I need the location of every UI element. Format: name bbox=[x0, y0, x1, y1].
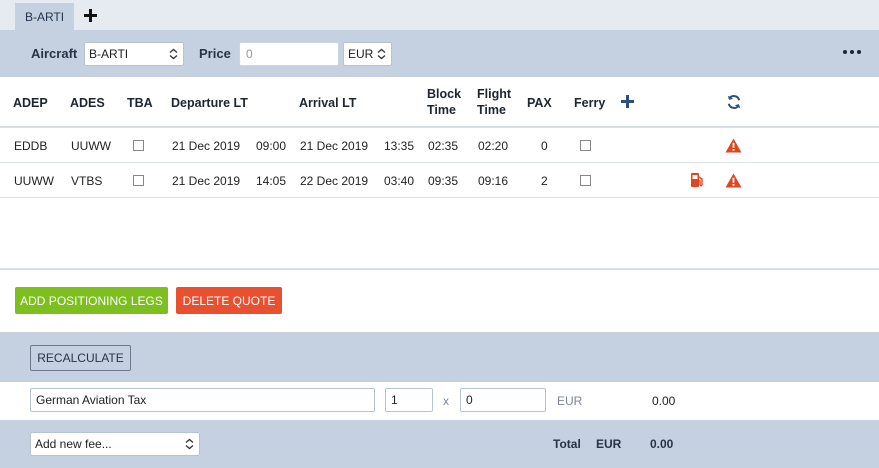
fee-quantity: 1 bbox=[391, 393, 398, 407]
leg-arr-time: 03:40 bbox=[384, 174, 415, 188]
price-placeholder: 0 bbox=[246, 47, 253, 61]
col-block-line1: Block bbox=[427, 87, 462, 101]
select-arrows-icon bbox=[169, 48, 178, 60]
leg-flight-time: 02:20 bbox=[478, 139, 509, 153]
select-arrows-icon bbox=[185, 438, 194, 450]
table-row[interactable]: UUWW VTBS 21 Dec 2019 14:05 22 Dec 2019 … bbox=[0, 163, 879, 198]
ferry-checkbox[interactable] bbox=[580, 175, 591, 186]
add-tab-plus-icon[interactable] bbox=[81, 5, 99, 25]
select-arrows-icon bbox=[377, 48, 386, 60]
leg-dep-time: 14:05 bbox=[256, 174, 287, 188]
leg-block-time: 02:35 bbox=[428, 139, 459, 153]
col-flight-line2: Time bbox=[477, 103, 506, 117]
fee-multiplier-sign: x bbox=[443, 394, 449, 408]
tab-b-arti[interactable]: B-ARTI bbox=[15, 3, 74, 30]
warning-icon[interactable] bbox=[725, 173, 742, 188]
currency-value: EUR bbox=[348, 47, 374, 61]
table-row[interactable]: EDDB UUWW 21 Dec 2019 09:00 21 Dec 2019 … bbox=[0, 128, 879, 163]
aircraft-select[interactable]: B-ARTI bbox=[84, 42, 184, 66]
leg-block-time: 09:35 bbox=[428, 174, 459, 188]
col-flight-time: Flight Time bbox=[477, 86, 511, 118]
refresh-icon[interactable] bbox=[726, 94, 742, 110]
total-currency: EUR bbox=[596, 437, 622, 451]
col-flight-line1: Flight bbox=[477, 87, 512, 101]
table-divider bbox=[0, 268, 879, 270]
leg-dep-date: 21 Dec 2019 bbox=[172, 174, 241, 188]
total-label: Total bbox=[553, 437, 581, 451]
tba-checkbox[interactable] bbox=[133, 140, 144, 151]
leg-ades: VTBS bbox=[71, 174, 103, 188]
more-options-icon[interactable] bbox=[843, 46, 861, 58]
col-tba: TBA bbox=[127, 96, 153, 110]
leg-ades: UUWW bbox=[71, 139, 111, 153]
delete-quote-button[interactable]: DELETE QUOTE bbox=[176, 287, 282, 314]
currency-select[interactable]: EUR bbox=[343, 42, 392, 66]
tba-checkbox[interactable] bbox=[133, 175, 144, 186]
fees-header-band bbox=[0, 332, 879, 382]
fee-currency: EUR bbox=[557, 394, 583, 408]
tab-label: B-ARTI bbox=[24, 9, 65, 24]
warning-icon[interactable] bbox=[725, 138, 742, 153]
fuel-icon[interactable] bbox=[690, 172, 704, 188]
fee-name: German Aviation Tax bbox=[36, 393, 147, 407]
ferry-checkbox[interactable] bbox=[580, 140, 591, 151]
fee-price: 0 bbox=[466, 393, 473, 407]
leg-flight-time: 09:16 bbox=[478, 174, 509, 188]
col-pax: PAX bbox=[527, 96, 552, 110]
leg-dep-time: 09:00 bbox=[256, 139, 287, 153]
fee-price-input[interactable]: 0 bbox=[460, 388, 546, 412]
fee-total: 0.00 bbox=[652, 394, 676, 408]
leg-pax: 2 bbox=[541, 174, 548, 188]
recalculate-button[interactable]: RECALCULATE bbox=[30, 345, 131, 371]
add-fee-select[interactable]: Add new fee... bbox=[30, 432, 200, 456]
leg-adep: EDDB bbox=[14, 139, 48, 153]
aircraft-value: B-ARTI bbox=[89, 47, 129, 61]
col-ferry: Ferry bbox=[574, 96, 606, 110]
leg-dep-date: 21 Dec 2019 bbox=[172, 139, 241, 153]
total-value: 0.00 bbox=[650, 437, 674, 451]
leg-pax: 0 bbox=[541, 139, 548, 153]
legs-table-header: ADEP ADES TBA Departure LT Arrival LT Bl… bbox=[0, 77, 879, 128]
fee-row: German Aviation Tax 1 x 0 EUR 0.00 bbox=[0, 382, 879, 420]
leg-adep: UUWW bbox=[14, 174, 54, 188]
add-positioning-legs-button[interactable]: ADD POSITIONING LEGS bbox=[15, 287, 168, 314]
col-block-line2: Time bbox=[427, 103, 456, 117]
aircraft-label: Aircraft bbox=[31, 46, 78, 61]
col-adep: ADEP bbox=[13, 96, 48, 110]
price-input[interactable]: 0 bbox=[239, 42, 339, 66]
col-ades: ADES bbox=[70, 96, 105, 110]
fees-footer: Add new fee... Total EUR 0.00 bbox=[0, 420, 879, 468]
leg-arr-date: 22 Dec 2019 bbox=[300, 174, 369, 188]
leg-arr-date: 21 Dec 2019 bbox=[300, 139, 369, 153]
col-arrival: Arrival LT bbox=[299, 96, 357, 110]
tab-bar: B-ARTI bbox=[0, 0, 879, 30]
col-block-time: Block Time bbox=[427, 86, 461, 118]
fee-name-input[interactable]: German Aviation Tax bbox=[30, 388, 375, 412]
add-fee-placeholder: Add new fee... bbox=[35, 437, 112, 451]
col-departure: Departure LT bbox=[171, 96, 248, 110]
fee-quantity-input[interactable]: 1 bbox=[385, 388, 433, 412]
leg-arr-time: 13:35 bbox=[384, 139, 415, 153]
price-label: Price bbox=[199, 46, 231, 61]
add-leg-plus-icon[interactable] bbox=[621, 95, 634, 108]
